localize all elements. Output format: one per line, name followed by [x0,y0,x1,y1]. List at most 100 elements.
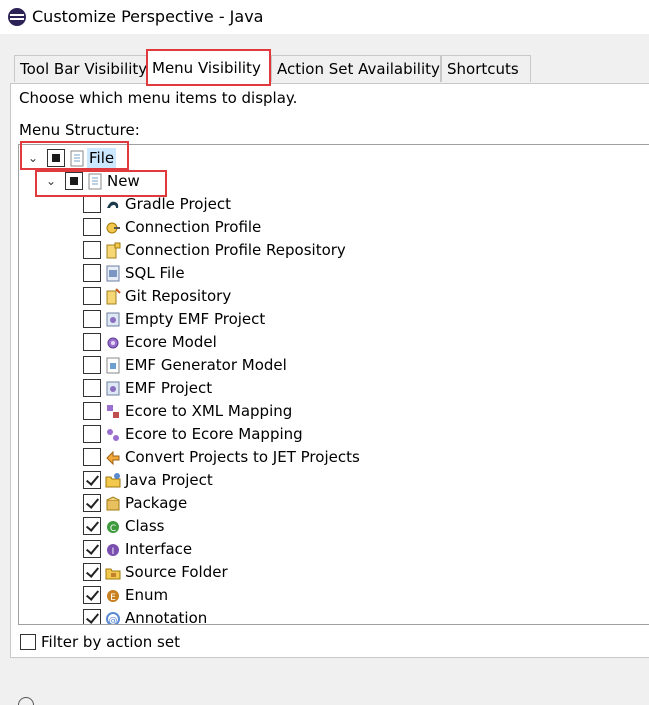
item-label: Package [125,494,188,512]
item-label: SQL File [125,264,185,282]
item-label: Interface [125,540,193,558]
item-checkbox[interactable] [83,287,101,305]
item-label: Enum [125,586,169,604]
tab-bar: Tool Bar Visibility Menu Visibility Acti… [12,50,648,84]
title-bar: Customize Perspective - Java [0,0,649,34]
item-checkbox[interactable] [83,471,101,489]
item-label: Ecore Model [125,333,217,351]
menu-page-icon [70,150,84,167]
item-checkbox[interactable] [83,310,101,328]
item-label: Annotation [125,609,208,625]
svg-text:I: I [112,547,115,557]
emf-project-icon [106,312,120,327]
item-checkbox[interactable] [83,379,101,397]
tree-item[interactable]: Gradle Project [19,193,649,216]
item-label: EMF Project [125,379,213,397]
sql-file-icon [106,265,120,282]
tree-item[interactable]: E Enum [19,584,649,607]
item-checkbox[interactable] [83,563,101,581]
emf-project-icon [106,381,120,396]
item-checkbox[interactable] [83,333,101,351]
tree-item[interactable]: Empty EMF Project [19,308,649,331]
tree-item[interactable]: Java Project [19,469,649,492]
tree-item[interactable]: Ecore to XML Mapping [19,400,649,423]
menu-structure-label: Menu Structure: [19,121,140,139]
git-repository-icon [106,288,121,305]
tree-row-file[interactable]: ⌄ File [19,147,649,170]
ecore-model-icon [107,337,119,349]
tree-row-new[interactable]: ⌄ New [19,170,649,193]
item-checkbox[interactable] [83,586,101,604]
item-checkbox[interactable] [83,218,101,236]
new-label: New [107,172,140,190]
item-label: Ecore to XML Mapping [125,402,293,420]
tree-item[interactable]: Ecore to Ecore Mapping [19,423,649,446]
ecore-xml-mapping-icon [107,405,119,418]
tree-item[interactable]: Package [19,492,649,515]
item-checkbox[interactable] [83,425,101,443]
item-label: Convert Projects to JET Projects [125,448,360,466]
filter-label: Filter by action set [41,633,180,651]
item-checkbox[interactable] [83,448,101,466]
tree-item[interactable]: Source Folder [19,561,649,584]
tree-item[interactable]: I Interface [19,538,649,561]
enum-icon: E [107,590,119,603]
item-checkbox[interactable] [83,494,101,512]
menu-structure-tree[interactable]: ⌄ File ⌄ New Gradle Project Connection Pr… [18,144,649,625]
item-checkbox[interactable] [83,195,101,213]
class-icon: C [107,521,119,534]
tab-menu-visibility[interactable]: Menu Visibility [146,50,271,84]
item-label: Git Repository [125,287,232,305]
file-checkbox[interactable] [47,149,65,167]
java-project-icon [105,473,121,488]
package-icon [106,496,120,511]
tab-tool-bar-visibility[interactable]: Tool Bar Visibility [14,55,147,82]
item-checkbox[interactable] [83,402,101,420]
item-checkbox[interactable] [83,241,101,259]
file-label: File [87,148,117,168]
gradle-icon [107,201,119,208]
svg-text:C: C [110,524,116,534]
source-folder-icon [105,568,121,580]
item-label: Java Project [125,471,213,489]
item-label: Gradle Project [125,195,231,213]
item-checkbox[interactable] [83,609,101,624]
tree-item[interactable]: @ Annotation [19,607,649,625]
new-checkbox[interactable] [65,172,83,190]
menu-visibility-panel: Choose which menu items to display. Menu… [10,83,649,658]
tree-item[interactable]: Git Repository [19,285,649,308]
tree-item[interactable]: Ecore Model [19,331,649,354]
window-title: Customize Perspective - Java [32,7,264,26]
tree-item[interactable]: C Class [19,515,649,538]
item-label: Source Folder [125,563,228,581]
expand-chevron-icon[interactable]: ⌄ [26,151,40,165]
svg-text:@: @ [109,616,118,625]
svg-text:E: E [110,593,116,603]
item-checkbox[interactable] [83,517,101,535]
eclipse-icon [8,8,26,26]
menu-page-icon [88,173,102,190]
tree-item[interactable]: Connection Profile Repository [19,239,649,262]
item-checkbox[interactable] [83,264,101,282]
tree-item[interactable]: Connection Profile [19,216,649,239]
item-label: EMF Generator Model [125,356,287,374]
item-label: Class [125,517,165,535]
item-checkbox[interactable] [83,356,101,374]
item-label: Ecore to Ecore Mapping [125,425,303,443]
interface-icon: I [107,544,119,557]
repository-icon [106,242,121,259]
ecore-mapping-icon [107,429,119,441]
convert-icon [106,450,120,466]
tab-shortcuts[interactable]: Shortcuts [441,55,531,82]
tree-item[interactable]: Convert Projects to JET Projects [19,446,649,469]
item-checkbox[interactable] [83,540,101,558]
tree-item[interactable]: SQL File [19,262,649,285]
expand-chevron-icon[interactable]: ⌄ [44,174,58,188]
tab-action-set-availability[interactable]: Action Set Availability [271,55,441,82]
filter-checkbox[interactable] [20,634,36,650]
tree-item[interactable]: EMF Project [19,377,649,400]
emf-generator-icon [106,357,120,374]
tree-item[interactable]: EMF Generator Model [19,354,649,377]
panel-description: Choose which menu items to display. [19,89,298,107]
help-icon[interactable] [18,697,34,705]
